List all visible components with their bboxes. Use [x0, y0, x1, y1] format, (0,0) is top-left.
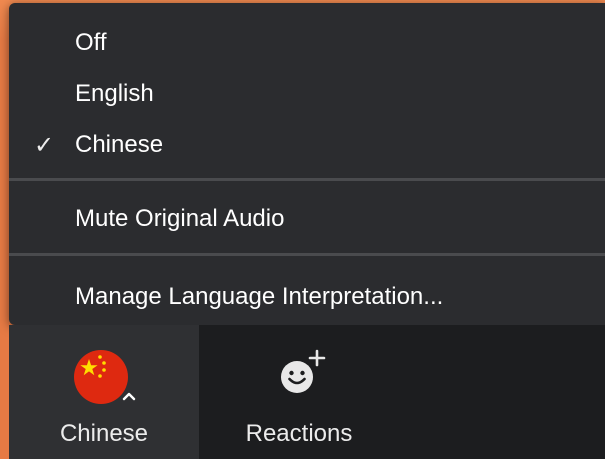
add-reaction-icon	[281, 349, 326, 393]
menu-item-label: Off	[75, 29, 107, 56]
menu-item-label: Mute Original Audio	[75, 205, 285, 232]
menu-item-label: Chinese	[75, 131, 164, 158]
menu-separator	[9, 253, 605, 256]
meeting-toolbar: Chinese Reactions	[9, 325, 605, 459]
reactions-button-label: Reactions	[245, 420, 353, 447]
menu-item-off[interactable]: Off	[9, 23, 605, 63]
menu-separator	[9, 178, 605, 181]
language-button-label: Chinese	[59, 420, 149, 447]
menu-item-english[interactable]: English	[9, 74, 605, 114]
checkmark-icon: ✓	[34, 131, 55, 159]
menu-item-manage-language-interpretation[interactable]: Manage Language Interpretation...	[9, 277, 605, 317]
language-interpretation-menu: Off English ✓ Chinese Mute Original Audi…	[9, 3, 605, 325]
interpretation-language-button[interactable]: Chinese	[9, 325, 199, 459]
chevron-up-icon[interactable]	[122, 391, 136, 401]
menu-item-mute-original-audio[interactable]: Mute Original Audio	[9, 199, 605, 239]
menu-item-chinese[interactable]: ✓ Chinese	[9, 125, 605, 165]
china-flag-icon	[74, 350, 128, 404]
menu-item-label: Manage Language Interpretation...	[75, 283, 444, 310]
reactions-button[interactable]: Reactions	[199, 325, 399, 459]
menu-item-label: English	[75, 80, 154, 107]
